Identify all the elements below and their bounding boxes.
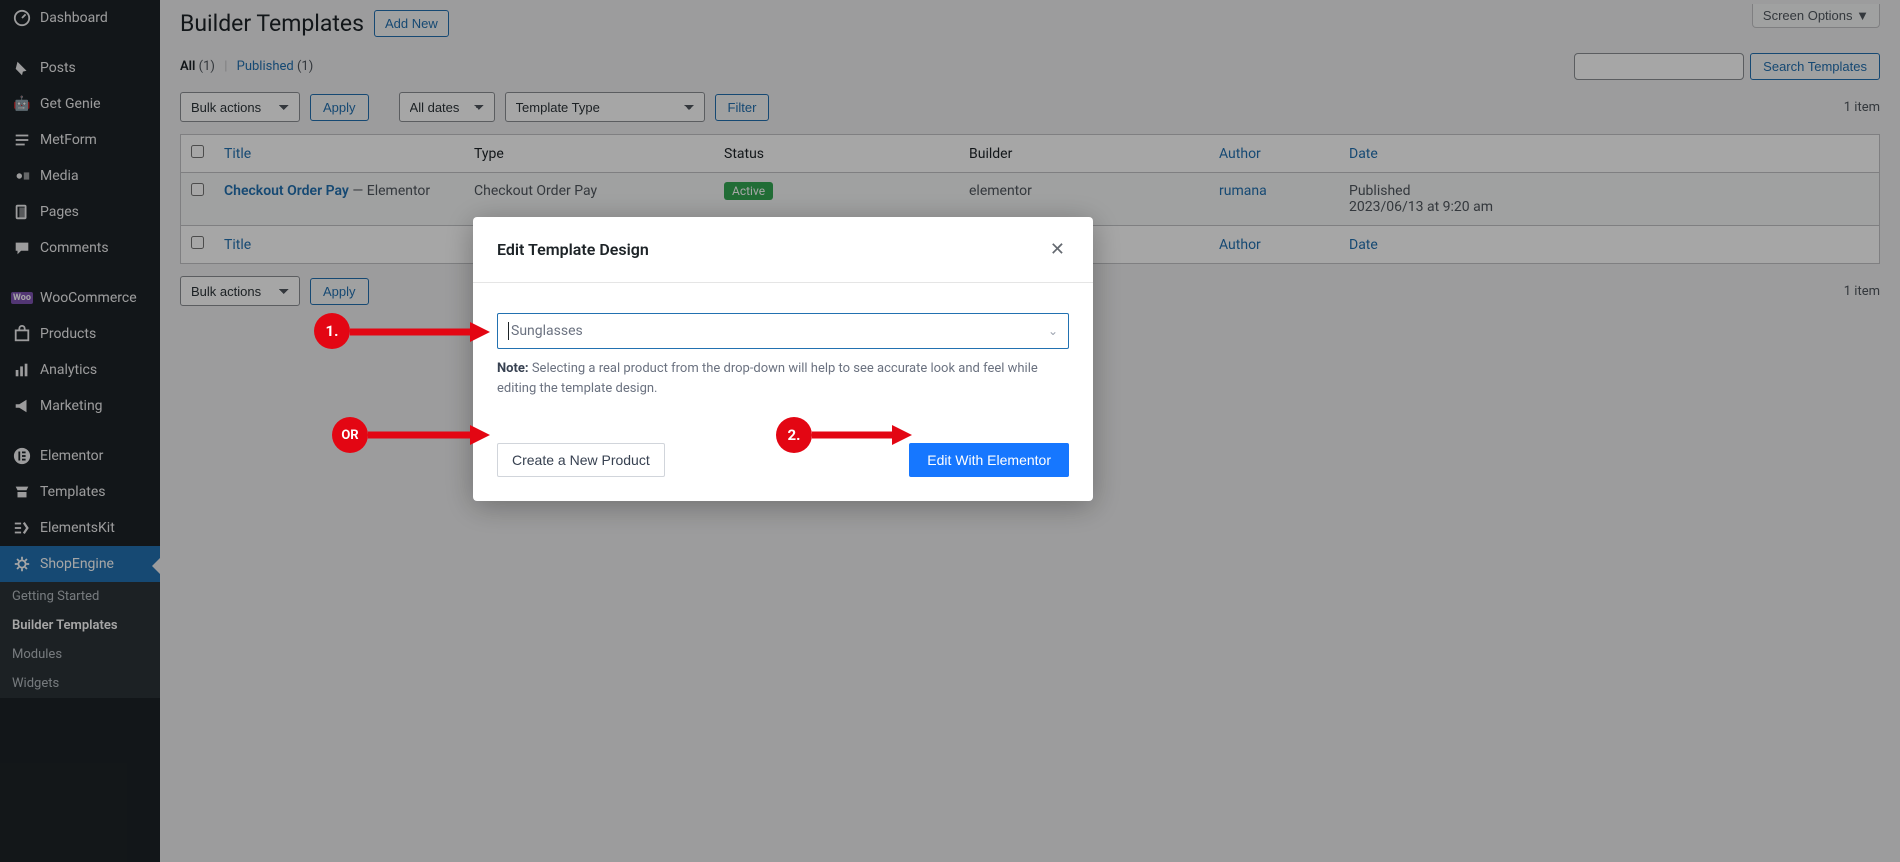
create-new-product-button[interactable]: Create a New Product <box>497 443 665 477</box>
text-cursor <box>508 322 509 340</box>
arrow-2 <box>812 423 912 447</box>
edit-with-elementor-button[interactable]: Edit With Elementor <box>909 443 1069 477</box>
chevron-down-icon: ⌄ <box>1048 324 1058 338</box>
close-icon[interactable]: ✕ <box>1046 235 1069 264</box>
callout-2: 2. <box>776 417 812 453</box>
arrow-1 <box>350 320 490 344</box>
callout-1: 1. <box>314 313 350 349</box>
arrow-or <box>368 423 490 447</box>
callout-or: OR <box>332 417 368 453</box>
edit-template-modal: Edit Template Design ✕ Sunglasses ⌄ Note… <box>473 217 1093 501</box>
modal-title: Edit Template Design <box>497 240 649 259</box>
note-text: Note: Selecting a real product from the … <box>497 359 1069 398</box>
product-select-value: Sunglasses <box>511 323 583 339</box>
product-select[interactable]: Sunglasses ⌄ <box>497 313 1069 349</box>
